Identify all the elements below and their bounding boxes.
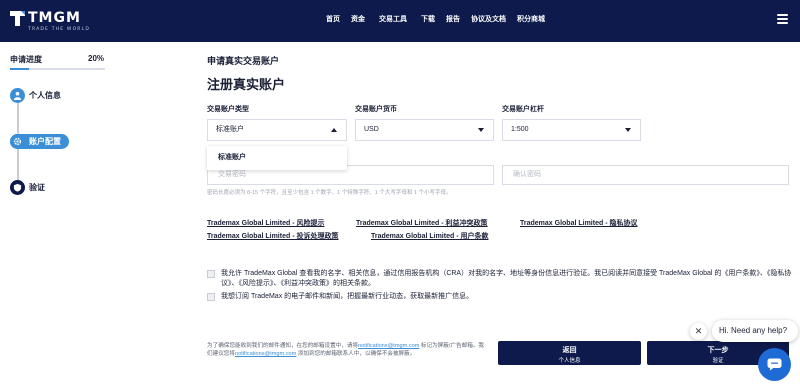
- hamburger-menu-icon[interactable]: [777, 14, 788, 24]
- step-personal-info[interactable]: 个人信息: [10, 88, 61, 103]
- footer-note-text: 为了确保您能收到我们的邮件通知，在您的邮箱设置中，请将: [207, 343, 359, 349]
- leverage-label: 交易账户杠杆: [502, 106, 544, 113]
- notifications-email-link[interactable]: notifications@tmgm.com: [358, 343, 419, 349]
- consent-checkbox-row: 我允许 TradeMax Global 查看我的名字、相关信息，通过信用报告机构…: [207, 269, 797, 289]
- chat-greeting-text: Hi. Need any help?: [719, 326, 788, 335]
- footer-note-text: 添加到您的邮箱联系人中，以确保不会被屏蔽。: [296, 351, 416, 357]
- caret-up-icon: [331, 128, 337, 132]
- nav-links: 首页 资金 交易工具 下载 报告 协议及文档 积分商城: [326, 14, 556, 24]
- chat-close-icon[interactable]: ✕: [690, 323, 707, 340]
- progress-value: 20%: [88, 54, 105, 63]
- progress-bar: [10, 68, 105, 70]
- risk-disclosure-link[interactable]: Trademax Global Limited - 风险提示: [207, 218, 324, 228]
- back-button-sub: 个人信息: [558, 358, 581, 364]
- password-placeholder: 交易密码: [218, 171, 246, 178]
- nav-home[interactable]: 首页: [326, 14, 340, 24]
- nav-funds[interactable]: 资金: [351, 14, 365, 24]
- leverage-value: 1:500: [511, 126, 529, 133]
- nav-points-mall[interactable]: 积分商城: [517, 14, 545, 24]
- page-title: 注册真实账户: [207, 77, 286, 92]
- nav-trading-tools[interactable]: 交易工具: [379, 14, 407, 24]
- breadcrumb: 申请真实交易账户: [207, 56, 280, 66]
- step-label: 账户配置: [29, 137, 61, 146]
- logo-mark-icon: [10, 11, 25, 26]
- account-type-value: 标准账户: [216, 126, 244, 133]
- privacy-policy-link[interactable]: Trademax Global Limited - 隐私协议: [520, 218, 637, 228]
- chat-bubble-icon: [767, 358, 782, 371]
- leverage-select[interactable]: 1:500: [502, 119, 641, 141]
- chat-greeting-bubble[interactable]: Hi. Need any help?: [712, 320, 798, 342]
- logo-tagline: TRADE THE WORLD: [28, 27, 91, 32]
- confirm-password-placeholder: 确认密码: [513, 171, 541, 178]
- progress-bar-fill: [10, 68, 29, 70]
- newsletter-checkbox[interactable]: [207, 293, 215, 301]
- nav-download[interactable]: 下载: [421, 14, 435, 24]
- progress-sidebar: 申请进度 20% 个人信息 账户配置 验证: [0, 42, 115, 388]
- step-verification[interactable]: 验证: [10, 180, 45, 195]
- account-type-dropdown-option[interactable]: 标准账户: [207, 146, 347, 170]
- terms-of-use-link[interactable]: Trademax Global Limited - 用户条款: [371, 231, 488, 241]
- gear-icon: [10, 134, 25, 149]
- newsletter-checkbox-row: 我想订阅 TradeMax 的电子邮件和新闻，把握最新行业动态，获取最新推广信息…: [207, 292, 797, 302]
- shield-icon: [10, 180, 25, 195]
- step-label: 验证: [29, 183, 45, 192]
- password-hint: 密码长度必须为 8-15 个字符，且至少包含 1 个数字、1 个特殊字符、1 个…: [207, 190, 452, 196]
- person-icon: [10, 88, 25, 103]
- notifications-email-link[interactable]: notifications@tmgm.com: [235, 351, 296, 357]
- caret-down-icon: [625, 128, 631, 132]
- newsletter-text: 我想订阅 TradeMax 的电子邮件和新闻，把握最新行业动态，获取最新推广信息…: [221, 293, 474, 300]
- conflict-policy-link[interactable]: Trademax Global Limited - 利益冲突政策: [356, 218, 487, 228]
- complaints-policy-link[interactable]: Trademax Global Limited - 投诉处理政策: [207, 231, 338, 241]
- nav-agreements[interactable]: 协议及文档: [471, 14, 506, 24]
- account-type-select[interactable]: 标准账户: [207, 119, 347, 141]
- back-button[interactable]: 返回 个人信息: [498, 341, 641, 365]
- email-footer-note: 为了确保您能收到我们的邮件通知，在您的邮箱设置中，请将notifications…: [207, 342, 487, 358]
- confirm-password-input[interactable]: 确认密码: [502, 165, 789, 185]
- progress-label: 申请进度: [10, 55, 42, 64]
- caret-down-icon: [478, 128, 484, 132]
- consent-checkbox[interactable]: [207, 270, 215, 278]
- currency-select[interactable]: USD: [355, 119, 494, 141]
- logo-text: TMGM: [28, 10, 81, 26]
- nav-reports[interactable]: 报告: [446, 14, 460, 24]
- step-label: 个人信息: [29, 91, 61, 100]
- back-button-title: 返回: [562, 347, 577, 354]
- chat-launcher-button[interactable]: [758, 348, 791, 381]
- top-nav-bar: TMGM TRADE THE WORLD 首页 资金 交易工具 下载 报告 协议…: [0, 0, 800, 42]
- tmgm-logo[interactable]: TMGM TRADE THE WORLD: [10, 8, 90, 36]
- step-account-config[interactable]: 账户配置: [10, 134, 69, 149]
- currency-value: USD: [364, 126, 379, 133]
- account-type-label: 交易账户类型: [207, 106, 249, 113]
- currency-label: 交易账户货币: [355, 106, 397, 113]
- dropdown-option-label: 标准账户: [218, 154, 246, 161]
- consent-text: 我允许 TradeMax Global 查看我的名字、相关信息，通过信用报告机构…: [221, 270, 792, 287]
